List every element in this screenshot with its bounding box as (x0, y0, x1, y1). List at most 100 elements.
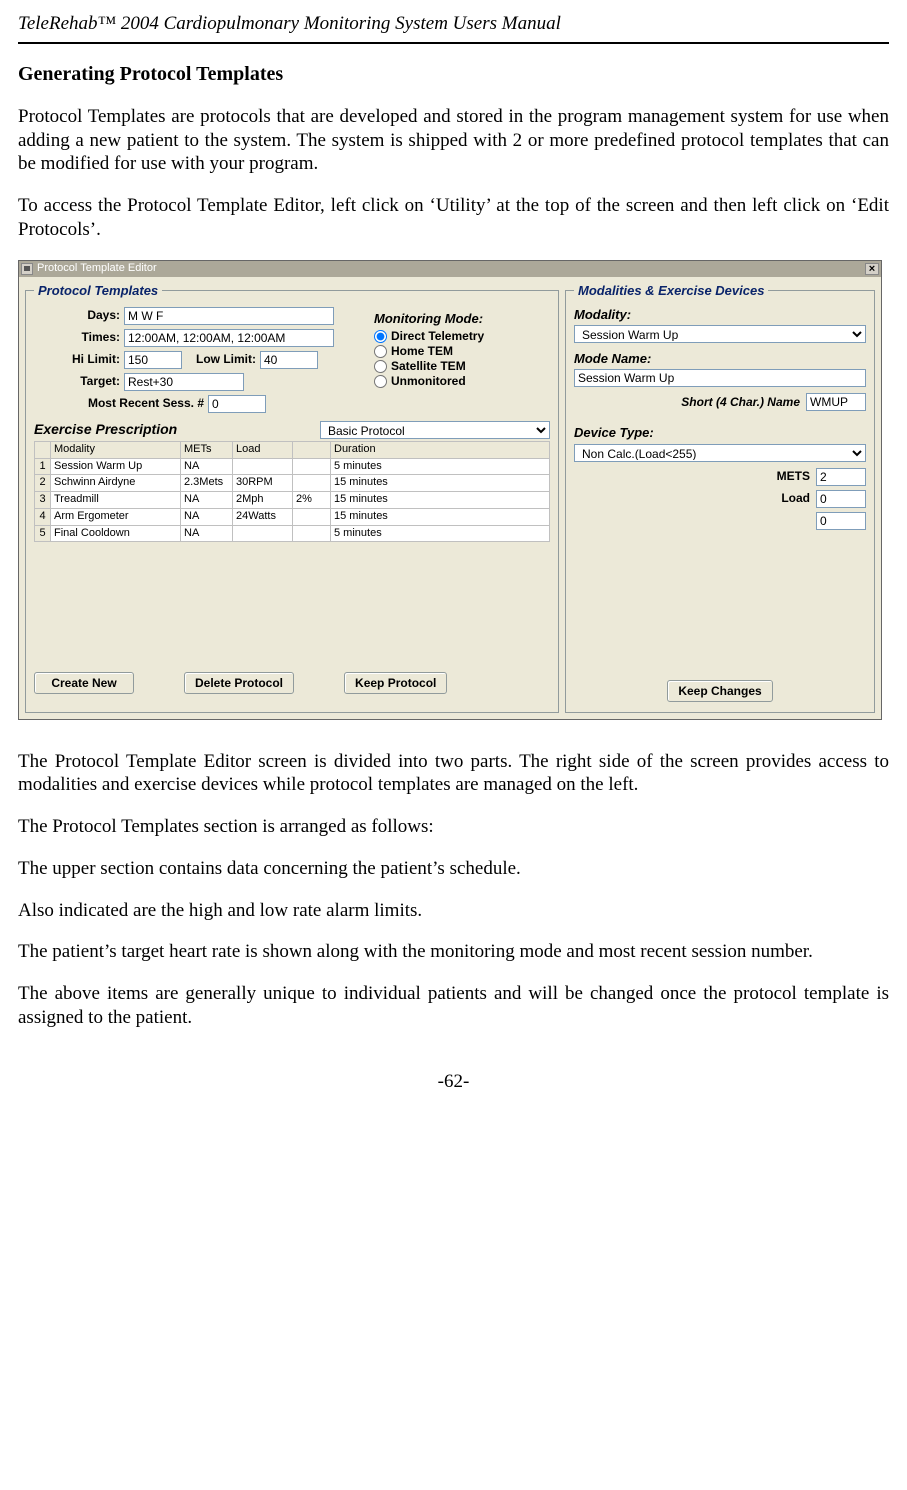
times-input[interactable] (124, 329, 334, 347)
table-cell: 5 (35, 525, 51, 542)
table-cell: 2Mph (233, 492, 293, 509)
radio-unmonitored[interactable] (374, 375, 387, 388)
table-cell: NA (181, 525, 233, 542)
window-titlebar: Protocol Template Editor × (19, 261, 881, 277)
table-row[interactable]: 2Schwinn Airdyne2.3Mets30RPM15 minutes (35, 475, 550, 492)
body-para-4: The Protocol Templates section is arrang… (18, 815, 889, 839)
radio-label-2: Satellite TEM (391, 359, 466, 374)
sess-label: Most Recent Sess. # (34, 396, 204, 411)
doc-header: TeleRehab™ 2004 Cardiopulmonary Monitori… (18, 10, 889, 44)
target-input[interactable] (124, 373, 244, 391)
keep-changes-button[interactable]: Keep Changes (667, 680, 772, 702)
table-row[interactable]: 4Arm ErgometerNA24Watts 15 minutes (35, 508, 550, 525)
body-para-7: The patient’s target heart rate is shown… (18, 940, 889, 964)
modality-label: Modality: (574, 307, 866, 323)
protocol-templates-legend: Protocol Templates (34, 283, 162, 299)
keep-protocol-button[interactable]: Keep Protocol (344, 672, 447, 694)
radio-label-1: Home TEM (391, 344, 453, 359)
intro-para-2: To access the Protocol Template Editor, … (18, 194, 889, 242)
protocol-select[interactable]: Basic Protocol (320, 421, 550, 439)
protocol-templates-group: Protocol Templates Monitoring Mode: Dire… (25, 283, 559, 713)
col-load2 (293, 441, 331, 458)
table-cell: 5 minutes (331, 458, 550, 475)
table-row[interactable]: 3TreadmillNA2Mph2%15 minutes (35, 492, 550, 509)
table-cell: 1 (35, 458, 51, 475)
table-cell: 30RPM (233, 475, 293, 492)
hilimit-input[interactable] (124, 351, 182, 369)
table-cell: NA (181, 508, 233, 525)
table-cell: 5 minutes (331, 525, 550, 542)
table-cell (233, 458, 293, 475)
section-heading: Generating Protocol Templates (18, 62, 889, 87)
table-cell: Arm Ergometer (51, 508, 181, 525)
hilimit-label: Hi Limit: (34, 352, 120, 367)
table-cell: Session Warm Up (51, 458, 181, 475)
exercise-prescription-heading: Exercise Prescription (34, 421, 177, 439)
modalities-devices-group: Modalities & Exercise Devices Modality: … (565, 283, 875, 713)
close-button[interactable]: × (865, 263, 879, 275)
monitoring-mode-heading: Monitoring Mode: (374, 311, 534, 327)
col-duration: Duration (331, 441, 550, 458)
times-label: Times: (34, 330, 120, 345)
monitoring-mode-group: Monitoring Mode: Direct Telemetry Home T… (374, 311, 534, 389)
target-label: Target: (34, 374, 120, 389)
window-icon (21, 263, 33, 275)
table-cell: NA (181, 458, 233, 475)
create-new-button[interactable]: Create New (34, 672, 134, 694)
lowlimit-label: Low Limit: (196, 352, 256, 367)
table-cell: 2 (35, 475, 51, 492)
table-cell (293, 475, 331, 492)
delete-protocol-button[interactable]: Delete Protocol (184, 672, 294, 694)
table-cell (293, 508, 331, 525)
body-para-3: The Protocol Template Editor screen is d… (18, 750, 889, 798)
exercise-table[interactable]: Modality METs Load Duration 1Session War… (34, 441, 550, 543)
lowlimit-input[interactable] (260, 351, 318, 369)
table-cell: Final Cooldown (51, 525, 181, 542)
days-label: Days: (34, 308, 120, 323)
device-type-select[interactable]: Non Calc.(Load<255) (574, 444, 866, 462)
modename-label: Mode Name: (574, 351, 866, 367)
col-modality: Modality (51, 441, 181, 458)
days-input[interactable] (124, 307, 334, 325)
table-cell: 4 (35, 508, 51, 525)
col-load: Load (233, 441, 293, 458)
table-cell: Treadmill (51, 492, 181, 509)
table-cell: 15 minutes (331, 475, 550, 492)
table-row[interactable]: 1Session Warm UpNA 5 minutes (35, 458, 550, 475)
load-label: Load (781, 491, 810, 506)
radio-label-3: Unmonitored (391, 374, 466, 389)
radio-label-0: Direct Telemetry (391, 329, 484, 344)
load-input[interactable] (816, 490, 866, 508)
table-cell (293, 525, 331, 542)
table-cell: NA (181, 492, 233, 509)
radio-direct-telemetry[interactable] (374, 330, 387, 343)
col-rownum (35, 441, 51, 458)
table-cell: 3 (35, 492, 51, 509)
mets-label: METS (777, 469, 810, 484)
modality-select[interactable]: Session Warm Up (574, 325, 866, 343)
table-cell (233, 525, 293, 542)
table-cell: 15 minutes (331, 508, 550, 525)
body-para-5: The upper section contains data concerni… (18, 857, 889, 881)
shortname-label: Short (4 Char.) Name (681, 395, 800, 410)
window-title: Protocol Template Editor (37, 262, 157, 276)
body-para-8: The above items are generally unique to … (18, 982, 889, 1030)
extra-input[interactable] (816, 512, 866, 530)
table-cell: 15 minutes (331, 492, 550, 509)
radio-home-tem[interactable] (374, 345, 387, 358)
col-mets: METs (181, 441, 233, 458)
mets-input[interactable] (816, 468, 866, 486)
radio-satellite-tem[interactable] (374, 360, 387, 373)
table-cell: 24Watts (233, 508, 293, 525)
table-cell (293, 458, 331, 475)
shortname-input[interactable] (806, 393, 866, 411)
modename-input[interactable] (574, 369, 866, 387)
intro-para-1: Protocol Templates are protocols that ar… (18, 105, 889, 176)
sess-input[interactable] (208, 395, 266, 413)
table-cell: 2.3Mets (181, 475, 233, 492)
table-row[interactable]: 5Final CooldownNA 5 minutes (35, 525, 550, 542)
page-number: -62- (18, 1070, 889, 1094)
protocol-editor-window: Protocol Template Editor × Protocol Temp… (18, 260, 882, 720)
modalities-devices-legend: Modalities & Exercise Devices (574, 283, 768, 299)
device-type-label: Device Type: (574, 425, 866, 441)
